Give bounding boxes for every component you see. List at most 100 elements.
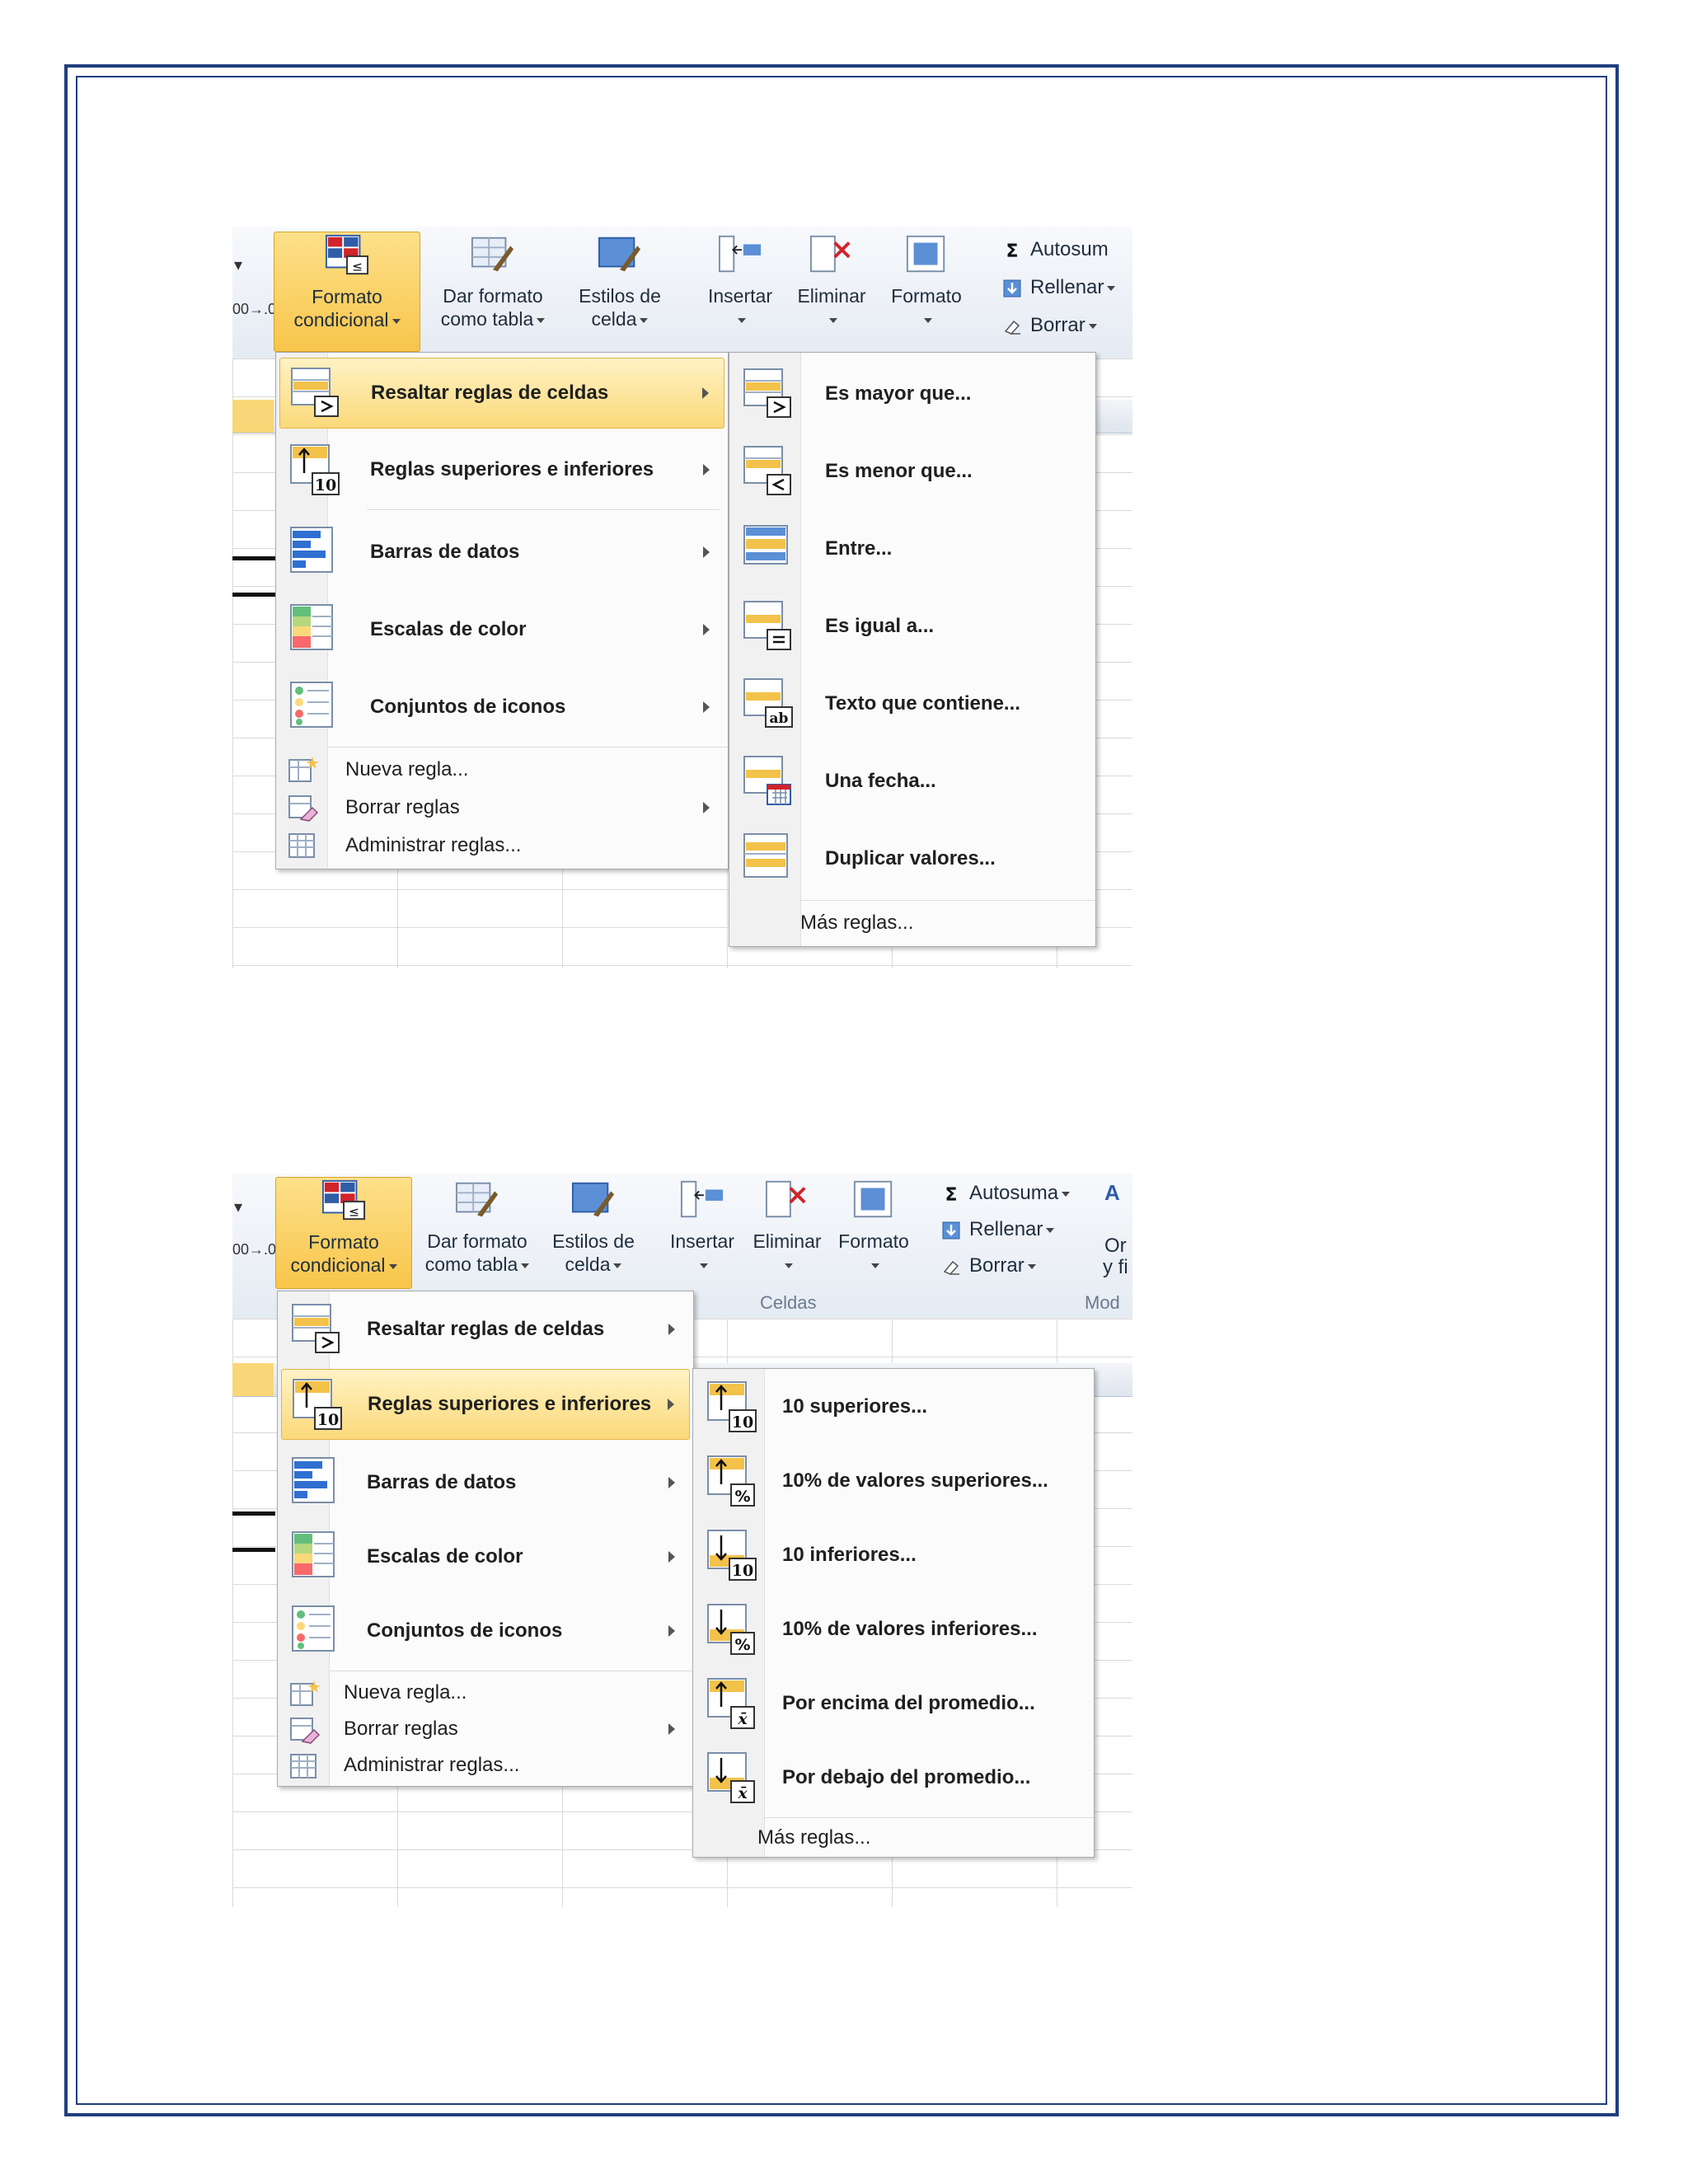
menu-item-conjuntos[interactable]: Conjuntos de iconos	[281, 1596, 690, 1666]
chevron-down-icon	[388, 1263, 397, 1269]
submenu-arrow-icon	[668, 1477, 675, 1488]
submenu-item-mas-reglas[interactable]: Más reglas...	[733, 905, 1092, 941]
submenu-item-pct-superiores[interactable]: 10% de valores superiores...	[696, 1446, 1090, 1516]
formato-condicional-button[interactable]: Formato condicional	[275, 1177, 412, 1289]
menu-item-barras[interactable]: Barras de datos	[281, 1448, 690, 1517]
menu-item-administrar[interactable]: Administrar reglas...	[279, 827, 724, 864]
submenu-item-texto[interactable]: Texto que contiene...	[733, 669, 1092, 738]
submenu-item-10-superiores[interactable]: 10 superiores...	[696, 1372, 1090, 1441]
new-rule-icon	[286, 753, 319, 786]
submenu-arrow-icon	[702, 387, 709, 399]
format-cells-icon	[849, 1177, 898, 1221]
menu-item-nueva-regla[interactable]: Nueva regla...	[279, 752, 724, 788]
conditional-format-menu: Resaltar reglas de celdas Reglas superio…	[275, 352, 729, 869]
eraser-icon	[941, 1257, 961, 1277]
dropdown-arrow-icon[interactable]: ▾	[234, 1197, 242, 1217]
menu-item-conjuntos[interactable]: Conjuntos de iconos	[279, 673, 724, 742]
formato-button[interactable]: Formato	[831, 1177, 917, 1276]
screenshot-resaltar: ▾ 00→.0 Formato condicional Dar formato …	[232, 227, 1132, 968]
greater-than-icon	[739, 364, 797, 422]
menu-item-borrar-reglas[interactable]: Borrar reglas	[281, 1712, 690, 1746]
screenshot-superiores: ▾ 00→.0 Formato condicional Dar formato …	[232, 1174, 1132, 1907]
menu-item-escalas[interactable]: Escalas de color	[281, 1522, 690, 1591]
bottom-10-icon	[703, 1526, 761, 1583]
cell-border-line	[232, 593, 275, 597]
less-than-icon	[739, 442, 797, 499]
sort-filter-icon[interactable]: A	[1104, 1180, 1120, 1206]
formato-button[interactable]: Formato	[880, 232, 973, 330]
rellenar-button[interactable]: Rellenar	[1002, 276, 1116, 299]
dar-formato-tabla-button[interactable]: Dar formato como tabla	[415, 1177, 539, 1276]
submenu-superiores: 10 superiores... 10% de valores superior…	[692, 1368, 1095, 1858]
cell-border-line	[232, 1548, 275, 1552]
chevron-down-icon	[785, 1263, 793, 1268]
data-bars-icon	[288, 1453, 345, 1511]
autosuma-button[interactable]: Autosuma	[941, 1182, 1071, 1205]
menu-item-barras[interactable]: Barras de datos	[279, 518, 724, 587]
rellenar-button[interactable]: Rellenar	[941, 1218, 1055, 1241]
estilos-celda-button[interactable]: Estilos de celda	[565, 232, 674, 330]
chevron-down-icon	[392, 318, 401, 324]
menu-item-borrar-reglas[interactable]: Borrar reglas	[279, 790, 724, 826]
autosuma-button[interactable]: Autosum	[1002, 238, 1109, 261]
date-occurring-icon	[739, 752, 797, 809]
top-10-icon	[703, 1377, 761, 1435]
duplicate-values-icon	[739, 829, 797, 887]
submenu-item-duplicar[interactable]: Duplicar valores...	[733, 824, 1092, 893]
eliminar-button[interactable]: Eliminar	[745, 1177, 829, 1276]
ordenar-label: Or	[1104, 1235, 1127, 1257]
menu-item-superiores[interactable]: Reglas superiores e inferiores	[281, 1369, 690, 1440]
submenu-arrow-icon	[703, 546, 710, 558]
dropdown-arrow-icon[interactable]: ▾	[234, 255, 242, 275]
icon-sets-icon	[286, 677, 344, 735]
estilos-celda-button[interactable]: Estilos de celda	[544, 1177, 643, 1276]
submenu-arrow-icon	[668, 1625, 675, 1637]
submenu-item-mayor[interactable]: Es mayor que...	[733, 359, 1092, 429]
number-format-icon[interactable]: 00→.0	[232, 301, 276, 318]
submenu-item-10-inferiores[interactable]: 10 inferiores...	[696, 1521, 1090, 1590]
chevron-down-icon	[700, 1263, 708, 1268]
menu-item-resaltar[interactable]: Resaltar reglas de celdas	[279, 358, 724, 429]
chevron-down-icon	[738, 317, 746, 323]
submenu-item-mas-reglas[interactable]: Más reglas...	[696, 1821, 1090, 1855]
borrar-button[interactable]: Borrar	[1002, 314, 1097, 337]
top-percent-icon	[703, 1451, 761, 1509]
menu-item-superiores[interactable]: Reglas superiores e inferiores	[279, 435, 724, 504]
number-format-icon[interactable]: 00→.0	[232, 1241, 276, 1258]
submenu-item-fecha[interactable]: Una fecha...	[733, 747, 1092, 816]
icon-sets-icon	[288, 1601, 345, 1659]
cell-border-line	[232, 556, 275, 560]
dar-formato-tabla-button[interactable]: Dar formato como tabla	[427, 232, 559, 330]
highlight-rules-icon	[288, 1300, 345, 1357]
submenu-arrow-icon	[668, 1399, 674, 1410]
submenu-arrow-icon	[668, 1551, 675, 1563]
fill-down-icon	[1002, 279, 1022, 298]
top-bottom-rules-icon	[286, 440, 344, 498]
formato-condicional-button[interactable]: Formato condicional	[274, 232, 420, 352]
submenu-item-entre[interactable]: Entre...	[733, 514, 1092, 583]
insertar-button[interactable]: Insertar	[696, 232, 785, 330]
insertar-button[interactable]: Insertar	[661, 1177, 743, 1276]
conditional-format-icon	[322, 232, 372, 277]
insert-cells-icon	[678, 1177, 727, 1221]
submenu-arrow-icon	[668, 1324, 675, 1335]
menu-item-nueva-regla[interactable]: Nueva regla...	[281, 1675, 690, 1710]
chevron-down-icon	[537, 317, 546, 323]
new-rule-icon	[288, 1677, 321, 1710]
menu-item-escalas[interactable]: Escalas de color	[279, 595, 724, 664]
submenu-item-encima-promedio[interactable]: Por encima del promedio...	[696, 1669, 1090, 1738]
highlight-rules-icon	[287, 363, 345, 421]
color-scales-icon	[286, 600, 344, 658]
between-icon	[739, 519, 797, 577]
submenu-arrow-icon	[703, 464, 710, 476]
submenu-item-debajo-promedio[interactable]: Por debajo del promedio...	[696, 1743, 1090, 1812]
format-cells-icon	[902, 232, 951, 276]
submenu-item-menor[interactable]: Es menor que...	[733, 437, 1092, 506]
borrar-button[interactable]: Borrar	[941, 1254, 1036, 1277]
eliminar-button[interactable]: Eliminar	[786, 232, 877, 330]
submenu-arrow-icon	[703, 624, 710, 635]
submenu-item-pct-inferiores[interactable]: 10% de valores inferiores...	[696, 1595, 1090, 1664]
menu-item-administrar[interactable]: Administrar reglas...	[281, 1748, 690, 1783]
submenu-item-igual[interactable]: Es igual a...	[733, 592, 1092, 661]
menu-item-resaltar[interactable]: Resaltar reglas de celdas	[281, 1295, 690, 1364]
